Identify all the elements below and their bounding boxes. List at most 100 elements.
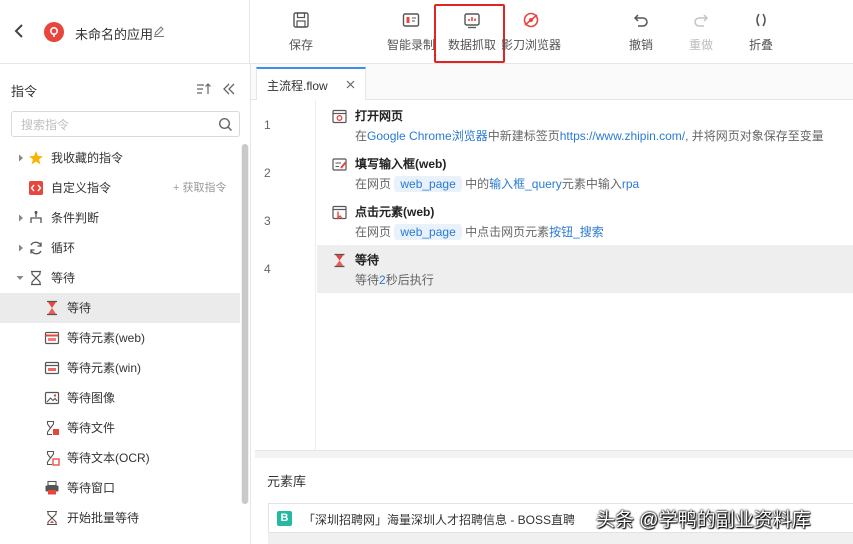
command-tree: 我收藏的指令 自定义指令 + 获取指令 条件判断 循环 等待 等待 等待元素(w… xyxy=(0,143,240,533)
tree-item-label: 等待元素(win) xyxy=(67,361,141,375)
search-icon[interactable] xyxy=(218,117,233,132)
watermark-text: 头条 @学鸭的副业资料库 xyxy=(596,510,811,531)
redo-icon xyxy=(694,14,709,27)
tree-item-label: 循环 xyxy=(51,241,76,255)
url-link[interactable]: https://www.zhipin.com/ xyxy=(560,129,685,143)
flow-step-open-webpage[interactable]: 打开网页 在Google Chrome浏览器中新建标签页https://www.… xyxy=(317,101,853,149)
file-hourglass-icon xyxy=(46,420,59,436)
flow-step-fill-input[interactable]: 填写输入框(web) 在网页 web_page 中的输入框_query元素中输入… xyxy=(317,149,853,197)
redo-button[interactable]: 重做 xyxy=(688,10,714,56)
step-title: 等待 xyxy=(355,253,380,267)
tree-item-label: 等待元素(web) xyxy=(67,331,146,345)
image-icon xyxy=(44,391,60,405)
shadowblade-browser-button[interactable]: 影刀浏览器 xyxy=(500,10,562,56)
line-gutter: 1 2 3 4 xyxy=(255,100,316,450)
panel-divider[interactable] xyxy=(255,450,853,458)
toolbar-header: 未命名的应用 保存 智能录制 数据抓取 影刀浏览器 撤销 重做 折叠 xyxy=(0,0,853,64)
save-icon xyxy=(293,12,309,28)
window-icon xyxy=(44,361,60,375)
step-description: 在网页 web_page 中的输入框_query元素中输入rpa xyxy=(355,176,640,192)
data-capture-icon xyxy=(464,13,480,29)
shadowblade-browser-label: 影刀浏览器 xyxy=(500,38,561,52)
tree-item-loop[interactable]: 循环 xyxy=(0,233,240,263)
browser-link[interactable]: Google Chrome浏览器 xyxy=(367,129,488,143)
step-description: 在Google Chrome浏览器中新建标签页https://www.zhipi… xyxy=(355,129,824,143)
element-link[interactable]: 输入框_query xyxy=(489,177,562,191)
element-link[interactable]: 按钮_搜索 xyxy=(549,225,604,239)
ocr-hourglass-icon xyxy=(46,450,60,466)
tree-item-wait-element-win[interactable]: 等待元素(win) xyxy=(0,353,240,383)
flow-editor: 1 2 3 4 打开网页 在Google Chrome浏览器中新建标签页http… xyxy=(255,100,853,450)
tree-item-wait-image[interactable]: 等待图像 xyxy=(0,383,240,413)
step-title: 填写输入框(web) xyxy=(355,157,447,171)
page-favicon-icon: B xyxy=(277,511,292,526)
save-button[interactable]: 保存 xyxy=(287,10,315,56)
flow-step-wait[interactable]: 等待 等待2秒后执行 xyxy=(317,245,853,293)
element-library-title: 元素库 xyxy=(267,474,307,489)
tree-item-start-batch-wait[interactable]: 开始批量等待 xyxy=(0,503,240,533)
tab-label: 主流程.flow xyxy=(267,79,328,93)
caret-right-icon xyxy=(19,154,23,162)
wait-seconds[interactable]: 2 xyxy=(379,273,386,287)
variable-chip[interactable]: web_page xyxy=(394,176,462,192)
tree-item-custom-commands[interactable]: 自定义指令 + 获取指令 xyxy=(0,173,240,203)
undo-button[interactable]: 撤销 xyxy=(628,10,654,56)
hourglass-icon xyxy=(31,270,41,286)
tree-item-wait[interactable]: 等待 xyxy=(0,293,240,323)
fill-input-icon xyxy=(332,158,347,171)
data-capture-label: 数据抓取 xyxy=(447,38,496,52)
input-value[interactable]: rpa xyxy=(622,177,639,191)
panel-title: 指令 xyxy=(11,84,38,99)
collapse-panel-icon[interactable] xyxy=(222,82,236,96)
tree-item-label: 条件判断 xyxy=(51,211,100,225)
step-title: 点击元素(web) xyxy=(355,205,435,219)
click-element-icon xyxy=(332,205,347,220)
tree-item-wait-file[interactable]: 等待文件 xyxy=(0,413,240,443)
undo-icon xyxy=(633,14,648,27)
app-name: 未命名的应用 xyxy=(75,27,154,42)
sort-icon[interactable] xyxy=(196,82,212,96)
tree-item-favorites[interactable]: 我收藏的指令 xyxy=(0,143,240,173)
tree-item-wait-text-ocr[interactable]: 等待文本(OCR) xyxy=(0,443,240,473)
tree-item-wait-group[interactable]: 等待 xyxy=(0,263,240,293)
tree-item-label: 我收藏的指令 xyxy=(51,151,124,165)
hourglass-icon xyxy=(47,510,57,526)
app-title-area: 未命名的应用 xyxy=(0,0,250,64)
caret-right-icon xyxy=(19,244,23,252)
loop-icon xyxy=(30,241,42,255)
tree-item-label: 等待文本(OCR) xyxy=(67,451,150,465)
command-panel: 指令 我收藏的指令 自定义指令 + 获取指令 条件判断 xyxy=(0,64,251,544)
search-input[interactable] xyxy=(21,116,211,133)
record-icon xyxy=(402,13,420,27)
tree-item-label: 等待图像 xyxy=(67,391,116,405)
data-capture-button[interactable]: 数据抓取 xyxy=(446,10,498,56)
close-icon[interactable] xyxy=(346,80,355,89)
tree-item-label: 等待 xyxy=(67,301,92,315)
tree-item-wait-window[interactable]: 等待窗口 xyxy=(0,473,240,503)
edit-pencil-icon[interactable] xyxy=(153,25,165,37)
tree-item-condition[interactable]: 条件判断 xyxy=(0,203,240,233)
element-library-subitem[interactable] xyxy=(268,533,853,544)
redo-label: 重做 xyxy=(688,38,713,52)
tree-item-wait-element-web[interactable]: 等待元素(web) xyxy=(0,323,240,353)
scrollbar-thumb[interactable] xyxy=(242,144,248,504)
line-number: 1 xyxy=(264,118,271,132)
caret-down-icon xyxy=(16,276,24,280)
flow-step-click-element[interactable]: 点击元素(web) 在网页 web_page 中点击网页元素按钮_搜索 xyxy=(317,197,853,245)
element-page-title: 「深圳招聘网」海量深圳人才招聘信息 - BOSS直聘 xyxy=(303,513,576,527)
open-webpage-icon xyxy=(332,109,347,124)
step-description: 在网页 web_page 中点击网页元素按钮_搜索 xyxy=(355,224,604,240)
smart-record-button[interactable]: 智能录制 xyxy=(385,10,437,56)
hourglass-icon xyxy=(47,300,57,316)
tree-item-label: 等待文件 xyxy=(67,421,116,435)
tab-main-flow[interactable]: 主流程.flow xyxy=(256,67,366,100)
step-title: 打开网页 xyxy=(355,109,404,123)
panel-scrollbar[interactable] xyxy=(241,144,249,504)
fold-button[interactable]: 折叠 xyxy=(748,10,774,56)
variable-chip[interactable]: web_page xyxy=(394,224,462,240)
save-label: 保存 xyxy=(288,38,313,52)
printer-window-icon xyxy=(45,480,59,495)
fetch-commands-link[interactable]: + 获取指令 xyxy=(173,173,226,203)
back-arrow-icon[interactable] xyxy=(12,22,26,40)
hourglass-icon xyxy=(334,253,345,268)
